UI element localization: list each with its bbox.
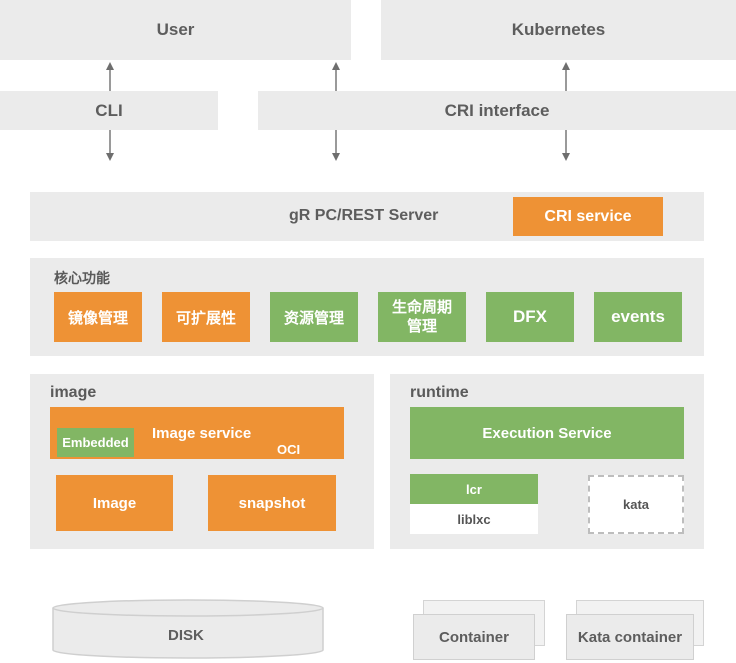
image-title: image	[50, 384, 97, 401]
core-title: 核心功能	[54, 270, 110, 286]
lcr-box: lcr	[410, 474, 538, 504]
execution-service-box: Execution Service	[410, 407, 684, 459]
core-item-dfx: DFX	[486, 292, 574, 342]
core-item-label-line1: 生命周期	[391, 299, 452, 316]
snapshot-box: snapshot	[208, 475, 336, 531]
container-label: Container	[438, 628, 509, 646]
server-label: gR PC/REST Server	[289, 207, 439, 224]
image-label: Image	[92, 494, 137, 512]
connector-arrows	[106, 62, 570, 161]
embedded-box: Embedded	[57, 428, 134, 457]
snapshot-label: snapshot	[238, 494, 306, 512]
cri-service-label: CRI service	[544, 207, 632, 225]
core-item-label: DFX	[513, 307, 547, 326]
execution-service-label: Execution Service	[482, 424, 612, 442]
image-box: Image	[56, 475, 173, 531]
core-item-lifecycle-management: 生命周期 管理	[378, 292, 466, 342]
core-item-label: 资源管理	[283, 309, 344, 327]
kata-box: kata	[588, 475, 684, 534]
core-item-events: events	[594, 292, 682, 342]
liblxc-label: liblxc	[457, 511, 491, 527]
liblxc-box: liblxc	[410, 504, 538, 534]
core-item-label: 镜像管理	[67, 309, 128, 327]
image-service-label: Image service	[152, 425, 252, 442]
core-item-image-management: 镜像管理	[54, 292, 142, 342]
core-item-resource-management: 资源管理	[270, 292, 358, 342]
embedded-label: Embedded	[62, 435, 129, 450]
core-item-label-line2: 管理	[406, 318, 437, 335]
runtime-title: runtime	[410, 384, 469, 401]
container-box: Container	[413, 614, 535, 660]
kata-container-label: Kata container	[577, 628, 683, 646]
core-item-label: 可扩展性	[175, 309, 236, 327]
cri-service-box: CRI service	[513, 197, 663, 236]
lcr-label: lcr	[466, 481, 482, 497]
kata-container-box: Kata container	[566, 614, 694, 660]
kata-label: kata	[622, 497, 650, 512]
oci-label: OCI	[277, 442, 301, 457]
core-item-label: events	[611, 307, 665, 326]
disk-label: DISK	[168, 627, 204, 644]
core-item-extensibility: 可扩展性	[162, 292, 250, 342]
